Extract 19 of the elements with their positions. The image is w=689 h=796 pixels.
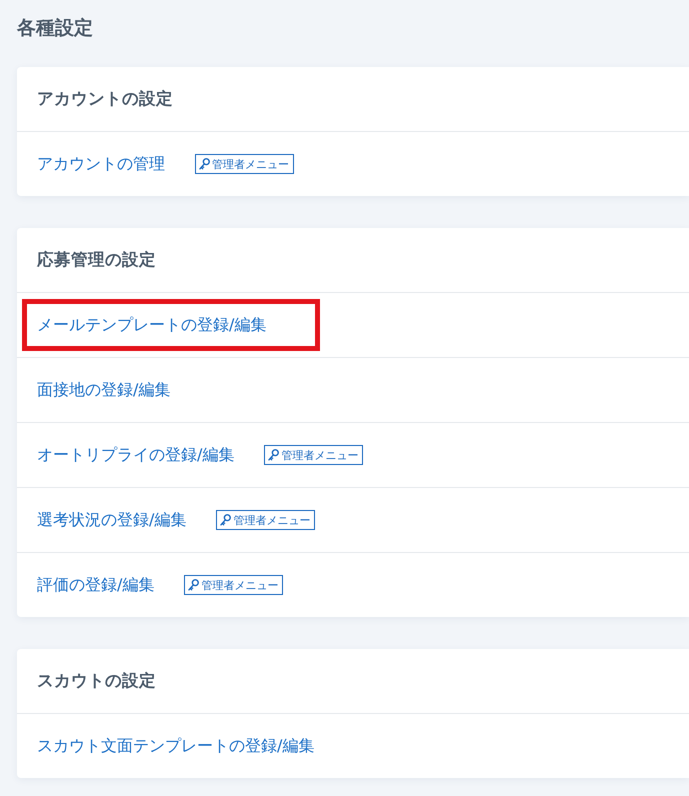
admin-menu-tag-text: 管理者メニュー (201, 578, 278, 592)
settings-link[interactable]: メールテンプレートの登録/編集 (37, 314, 266, 336)
admin-menu-tag-text: 管理者メニュー (281, 448, 358, 462)
section-heading: アカウントの設定 (37, 88, 173, 110)
key-icon (188, 579, 200, 591)
key-icon (220, 514, 232, 526)
settings-link[interactable]: 選考状況の登録/編集 (37, 510, 186, 530)
settings-link[interactable]: アカウントの管理 (37, 154, 165, 174)
page-title: 各種設定 (17, 16, 93, 40)
section-heading: スカウトの設定 (37, 670, 156, 692)
settings-link[interactable]: オートリプライの登録/編集 (37, 444, 234, 466)
admin-menu-tag-text: 管理者メニュー (212, 156, 289, 172)
settings-link[interactable]: スカウト文面テンプレートの登録/編集 (37, 736, 314, 756)
section-heading: 応募管理の設定 (37, 249, 156, 271)
admin-menu-tag-text: 管理者メニュー (233, 512, 310, 528)
settings-link[interactable]: 評価の登録/編集 (37, 574, 154, 596)
key-icon (268, 449, 280, 461)
key-icon (199, 158, 210, 170)
settings-link[interactable]: 面接地の登録/編集 (37, 380, 170, 400)
